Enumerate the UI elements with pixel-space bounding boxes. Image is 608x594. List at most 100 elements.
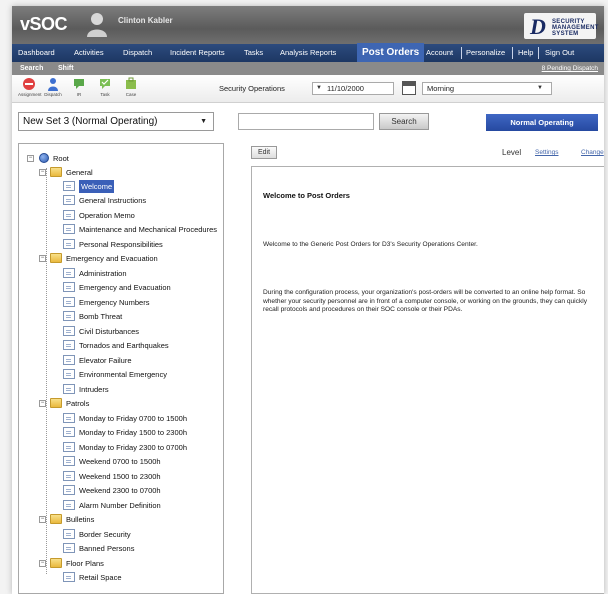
folder-icon [50,398,62,408]
subnav-shift[interactable]: Shift [58,62,74,75]
calendar-icon[interactable] [402,81,416,95]
document-icon [63,384,75,394]
document-icon [63,529,75,539]
nav-separator [538,47,539,59]
document-icon [63,456,75,466]
tree-item-label: Welcome [79,180,115,193]
task-button[interactable]: Task [94,77,116,101]
chevron-down-icon: ▼ [316,85,322,91]
main-nav: Dashboard Activities Dispatch Incident R… [12,43,604,63]
tool-label: IR [76,92,82,97]
nav-activities[interactable]: Activities [74,44,104,62]
case-button[interactable]: Case [120,77,142,101]
tree-item-label: Personal Responsibilities [79,240,163,249]
document-icon [63,297,75,307]
edit-button[interactable]: Edit [251,146,277,159]
brand-line: SYSTEM [552,31,579,37]
document-icon [63,500,75,510]
nav-separator [461,47,462,59]
collapse-toggle[interactable]: − [39,169,46,176]
shift-select[interactable]: Morning ▼ [422,82,552,95]
document-icon [63,224,75,234]
tool-label: Task [100,92,110,97]
nav-tasks[interactable]: Tasks [244,44,263,62]
content-paragraph: Welcome to the Generic Post Orders for D… [263,241,478,248]
collapse-toggle[interactable]: − [27,155,34,162]
change-link[interactable]: Change [581,149,604,156]
tree-item-label: Emergency and Evacuation [79,283,171,292]
tree-item-label: Maintenance and Mechanical Procedures [79,225,217,234]
document-icon [63,181,75,191]
document-icon [63,326,75,336]
collapse-toggle[interactable]: − [39,255,46,262]
app-header: vSOC Clinton Kabler D SECURITY MANAGEMEN… [12,6,604,44]
user-name: Clinton Kabler [118,16,173,25]
chevron-down-icon: ▼ [200,118,207,125]
folder-icon [50,167,62,177]
settings-link[interactable]: Settings [535,149,559,156]
dispatch-button[interactable]: Dispatch [42,77,64,101]
nav-post-orders[interactable]: Post Orders [357,43,425,63]
nav-analysis-reports[interactable]: Analysis Reports [280,44,336,62]
ir-button[interactable]: IR [68,77,90,101]
search-input[interactable] [238,113,374,130]
root-icon [39,153,49,163]
tree-item-label: Retail Space [79,573,122,582]
date-field[interactable]: ▼ 11/10/2000 [312,82,394,95]
tree-item-label: Banned Persons [79,544,135,553]
tree-item-label: Civil Disturbances [79,327,140,336]
user-avatar-icon [87,13,107,37]
location-label: Security Operations [219,84,285,93]
brand-letter: D [530,14,546,39]
brand-text: SECURITY MANAGEMENT SYSTEM [552,19,599,37]
document-icon [63,471,75,481]
post-order-content: Welcome to Post Orders Welcome to the Ge… [251,166,604,594]
level-label: Level [502,148,522,157]
tool-label: Dispatch [44,92,62,97]
sub-nav: Search Shift 8 Pending Dispatch [12,62,604,75]
content-title: Welcome to Post Orders [263,191,350,200]
nav-dispatch[interactable]: Dispatch [123,44,152,62]
pending-dispatch-link[interactable]: 8 Pending Dispatch [542,62,598,75]
document-icon [63,311,75,321]
tree-item-label: Weekend 0700 to 1500h [79,457,161,466]
tree-item-label: Border Security [79,530,131,539]
nav-help[interactable]: Help [518,44,533,62]
collapse-toggle[interactable]: − [39,516,46,523]
collapse-toggle[interactable]: − [39,560,46,567]
normal-operating-button[interactable]: Normal Operating [486,114,598,131]
tree-folder-label: Patrols [66,399,90,408]
post-order-set-select[interactable]: New Set 3 (Normal Operating) ▼ [18,112,214,131]
assignment-icon [23,78,35,90]
tree-folder-label: General [66,168,93,177]
tree-item-label: General Instructions [79,196,147,205]
tree-item-label: Monday to Friday 1500 to 2300h [79,428,187,437]
assignment-button[interactable]: Assignment [18,77,42,101]
document-icon [63,369,75,379]
nav-sign-out[interactable]: Sign Out [545,44,574,62]
folder-icon [50,514,62,524]
document-icon [63,543,75,553]
tree-item-label: Emergency Numbers [79,298,150,307]
app-logo: vSOC [20,14,68,34]
tool-label: Assignment [18,92,42,97]
tree-item-label: Monday to Friday 2300 to 0700h [79,443,187,452]
tree-item-label: Monday to Friday 0700 to 1500h [79,414,187,423]
tree-item-label: Administration [79,269,127,278]
tree-item-label: Weekend 1500 to 2300h [79,472,161,481]
search-button[interactable]: Search [379,113,429,130]
subnav-search[interactable]: Search [20,62,43,75]
tree-item-label: Elevator Failure [79,356,132,365]
tree-item-label: Bomb Threat [79,312,123,321]
tree-line [46,168,47,574]
collapse-toggle[interactable]: − [39,400,46,407]
document-icon [63,427,75,437]
document-icon [63,239,75,249]
nav-incident-reports[interactable]: Incident Reports [170,44,225,62]
nav-dashboard[interactable]: Dashboard [18,44,55,62]
folder-icon [50,558,62,568]
nav-personalize[interactable]: Personalize [466,44,505,62]
ir-icon [74,79,84,89]
app-window: vSOC Clinton Kabler D SECURITY MANAGEMEN… [12,6,604,594]
nav-account[interactable]: Account [426,44,453,62]
